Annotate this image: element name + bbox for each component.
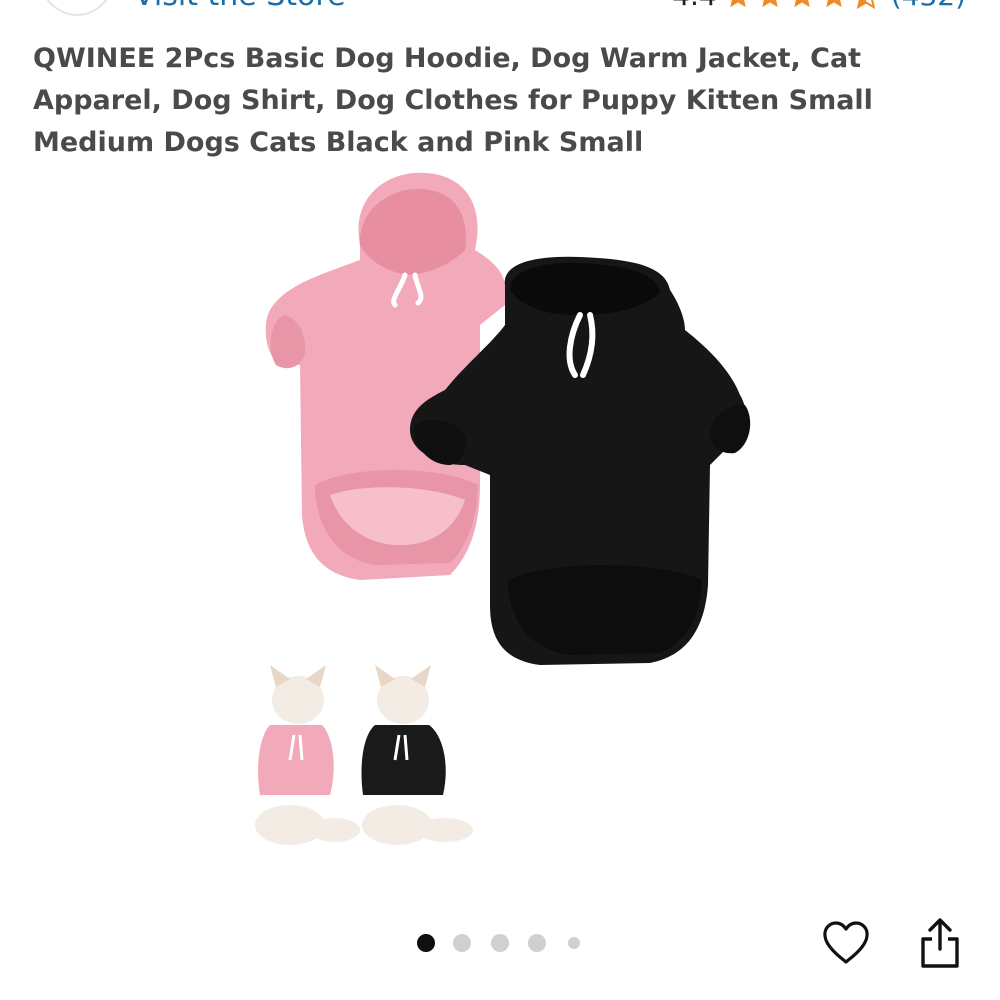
carousel-dot-4[interactable] [528,934,546,952]
add-to-list-button[interactable] [818,915,874,971]
rating-count-link[interactable]: (432) [891,0,966,14]
star-half-icon [856,0,875,10]
carousel-dot-5[interactable] [568,937,580,949]
rating-summary[interactable]: 4.4 (432) [672,0,966,14]
rating-value: 4.4 [672,0,717,14]
star-full-icon [793,0,810,8]
carousel-dot-3[interactable] [491,934,509,952]
store-logo[interactable] [38,0,116,16]
visit-store-link[interactable]: Visit the Store [134,0,346,14]
carousel-dot-1[interactable] [417,934,435,952]
star-rating [723,0,881,11]
cats-wearing-hoodies-inset [255,665,473,845]
star-full-icon [761,0,778,8]
carousel-dot-2[interactable] [453,934,471,952]
store-header: Visit the Store 4.4 (432) [0,0,1000,18]
star-full-icon [729,0,746,8]
product-title: QWINEE 2Pcs Basic Dog Hoodie, Dog Warm J… [33,43,873,158]
star-full-icon [825,0,842,8]
share-icon [921,918,959,968]
share-button[interactable] [912,913,968,973]
product-image[interactable] [240,165,770,855]
heart-icon [823,921,869,964]
